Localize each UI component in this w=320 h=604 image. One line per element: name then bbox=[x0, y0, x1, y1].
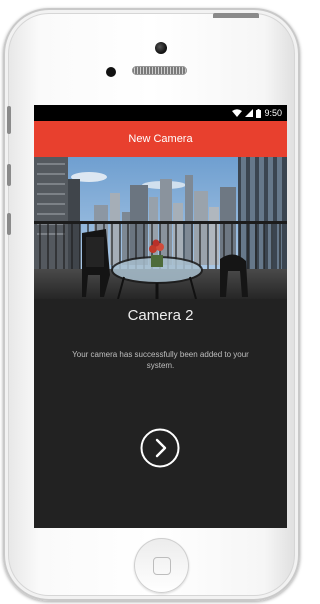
home-button[interactable] bbox=[134, 538, 189, 593]
earpiece-speaker bbox=[132, 66, 187, 75]
proximity-sensor bbox=[106, 67, 116, 77]
cell-signal-icon bbox=[245, 109, 254, 117]
camera-name: Camera 2 bbox=[127, 307, 194, 324]
app-bar: New Camera bbox=[34, 121, 287, 157]
status-time: 9:50 bbox=[264, 108, 282, 118]
phone-frame: 9:50 New Camera Camera 2 Your camera has… bbox=[3, 8, 300, 601]
volume-down-button bbox=[7, 213, 11, 235]
app-screen: 9:50 New Camera Camera 2 Your camera has… bbox=[34, 105, 287, 528]
camera-preview-image bbox=[34, 157, 287, 299]
volume-up-button bbox=[7, 164, 11, 186]
chevron-right-circle-icon bbox=[140, 428, 180, 468]
status-bar: 9:50 bbox=[34, 105, 287, 121]
app-bar-title: New Camera bbox=[128, 133, 193, 145]
mute-switch bbox=[7, 106, 11, 134]
battery-icon bbox=[256, 108, 262, 118]
success-message: Your camera has successfully been added … bbox=[72, 350, 249, 370]
power-button bbox=[213, 13, 259, 18]
wifi-icon bbox=[232, 109, 243, 117]
front-camera bbox=[155, 42, 167, 54]
next-button[interactable] bbox=[140, 428, 180, 468]
